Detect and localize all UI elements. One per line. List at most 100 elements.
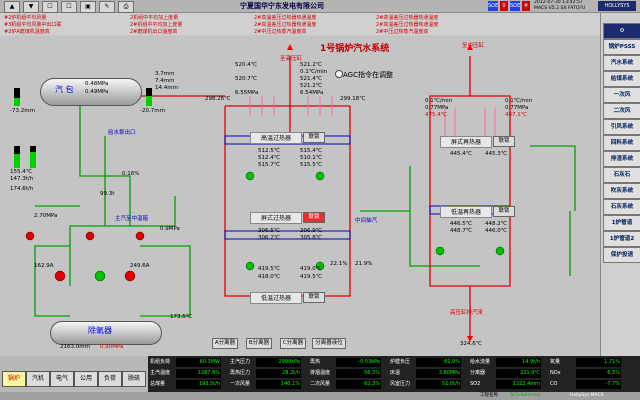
param-label: CO [550, 381, 558, 387]
window-icon[interactable]: ☐ [42, 1, 58, 13]
tab-load[interactable]: 负荷 [98, 371, 122, 387]
feedwater-val-c: 174.6t/h [10, 186, 34, 192]
nav-item[interactable]: 1炉管道2 [603, 231, 640, 247]
window2-icon[interactable]: ☐ [61, 1, 77, 13]
readout: 445.4℃ [450, 151, 472, 157]
alarm-item[interactable]: #3机组平均风量中出口联 [4, 21, 61, 28]
platen-interlock-button[interactable]: 联锁 [303, 212, 325, 223]
alarm-item[interactable]: 2#高温差压过热器热通温度 [254, 21, 316, 28]
tab-turbine[interactable]: 汽机 [26, 371, 50, 387]
param-label: 主汽压力 [230, 359, 251, 365]
edit-icon[interactable]: ✎ [99, 1, 115, 13]
param-value: 3.80MPa [416, 369, 461, 378]
high-temp-superheater[interactable]: 高温过热器 [250, 132, 302, 144]
platen-reheater[interactable]: 屏式再热器 [440, 136, 492, 148]
alarm-item[interactable]: 2#高温差压过热器热通温度 [254, 14, 316, 21]
alarm-item[interactable]: 2#高温差压过热器热通温度 [376, 21, 438, 28]
nav-item[interactable]: 给煤系统 [603, 71, 640, 87]
platen-superheater[interactable]: 屏式过热器 [250, 212, 302, 224]
alarm-count-1[interactable]: 0 [500, 1, 508, 11]
nav-item[interactable]: 引风系统 [603, 119, 640, 135]
readout: 306.9℃ [300, 228, 322, 234]
alarm-item[interactable]: 2#机组中平均加上度量 [130, 21, 182, 28]
ltr-interlock-button[interactable]: 联锁 [493, 206, 515, 217]
top-bar: ▲ ▼ ☐ ☐ ▣ ✎ ⎙ 宁夏国华宁东发电有限公司 SOE 0 SOE # 2… [0, 0, 640, 13]
nav-item[interactable]: 1炉管道 [603, 215, 640, 231]
drum-level-a: 3.7mm [155, 71, 175, 77]
soe-status-1[interactable]: SOE [488, 1, 498, 11]
tab-common[interactable]: 公用 [74, 371, 98, 387]
readout: 0.77MPa [425, 105, 449, 111]
alarm-item[interactable]: 2机组中平均加上度量 [130, 14, 178, 21]
param-label: 一次风量 [230, 381, 251, 387]
deaerator-label: 除氧器 [88, 326, 112, 335]
param-value: 14.9t/h [496, 358, 541, 367]
param-label: 再热压力 [230, 370, 251, 376]
alarm-item[interactable]: #2炉A磨煤机温度高 [4, 28, 50, 35]
readout: 6.55MPa [235, 90, 259, 96]
alarm-item[interactable]: #2炉机组平均风量 [4, 14, 46, 21]
param-value: 62.3% [336, 380, 381, 389]
param-label: 主汽温度 [150, 370, 171, 376]
nav-item[interactable]: 汽水系统 [603, 55, 640, 71]
status-footer: 工程名称 SCS-Selected HollySys MACS [0, 392, 640, 400]
readout: 487.1℃ [505, 112, 527, 118]
alarm-item[interactable]: 2#中压过热蒸汽温度高 [376, 28, 428, 35]
readout: 446.0℃ [485, 228, 507, 234]
up-arrow-icon[interactable]: ▲ [4, 1, 20, 13]
lts-interlock-button[interactable]: 联锁 [303, 292, 325, 303]
nav-item[interactable]: 石灰系统 [603, 199, 640, 215]
nav-item[interactable]: 石灰石 [603, 167, 640, 183]
reheater-interlock-button[interactable]: 联锁 [493, 136, 515, 147]
param-label: NOx [550, 370, 561, 376]
hts-interlock-button[interactable]: 联锁 [303, 132, 325, 143]
nav-item[interactable]: 一次风 [603, 87, 640, 103]
down-arrow-icon[interactable]: ▼ [23, 1, 39, 13]
param-value: 60.3MW [176, 358, 221, 367]
param-label: 再热 [310, 359, 321, 365]
nav-item[interactable]: 排渣系统 [603, 151, 640, 167]
readout: 0.1℃/min [300, 69, 328, 75]
deaerator-pressure: 0.90MPa [100, 344, 124, 350]
readout: 521.2℃ [300, 83, 322, 89]
drum-pressure-1: 0.48MPa [85, 81, 109, 87]
alarm-item[interactable]: 2#中压过热蒸汽温度高 [254, 28, 306, 35]
param-value: 221.0℃ [496, 369, 541, 378]
nav-item[interactable]: 回料系统 [603, 135, 640, 151]
low-temp-reheater[interactable]: 低温再热器 [440, 206, 492, 218]
soe-status-2[interactable]: SOE [510, 1, 520, 11]
print-icon[interactable]: ⎙ [118, 1, 134, 13]
separator-b-button[interactable]: B分离器 [246, 338, 272, 349]
readout: 515.5℃ [300, 162, 322, 168]
agc-indicator-icon[interactable] [335, 70, 343, 78]
separator-c-button[interactable]: C分离器 [280, 338, 306, 349]
nav-item[interactable]: 锅炉PSSS [603, 39, 640, 55]
deaerator-level: 2163.0mm [60, 344, 90, 350]
low-temp-superheater[interactable]: 低温过热器 [250, 292, 302, 304]
clock-version: MACS V5.2 SX FATO?U [534, 5, 586, 11]
alarm-count-2[interactable]: # [522, 1, 530, 11]
alarm-item[interactable]: 2#磨煤机出口温度高 [130, 28, 177, 35]
alarm-item[interactable]: 2#高温差压过热器热通温度 [376, 14, 438, 21]
nav-item[interactable]: 保护投退 [603, 247, 640, 263]
tab-desulfurization[interactable]: 脱硫 [122, 371, 146, 387]
feedwater-val-b: 99.3t [100, 191, 115, 197]
param-label: 床温 [390, 370, 401, 376]
separator-level-button[interactable]: 分离器液位 [312, 338, 346, 349]
tab-electrical[interactable]: 电气 [50, 371, 74, 387]
readout: 520.4℃ [235, 62, 257, 68]
system-nav: ⚙ 锅炉PSSS 汽水系统 给煤系统 一次风 二次风 引风系统 回料系统 排渣系… [600, 13, 640, 356]
readout: 299.18℃ [340, 96, 366, 102]
readout: 306.2℃ [258, 235, 280, 241]
separator-a-button[interactable]: A分离器 [212, 338, 238, 349]
param-label: 总煤量 [150, 381, 166, 387]
param-label: 氧量 [550, 359, 561, 365]
nav-item[interactable]: 二次风 [603, 103, 640, 119]
param-label: SO2 [470, 381, 481, 387]
tab-boiler[interactable]: 锅炉 [2, 371, 26, 387]
param-value: 2999kPa [256, 358, 301, 367]
footer-project: 工程名称 [480, 393, 498, 398]
nav-item[interactable]: 吹灰系统 [603, 183, 640, 199]
trend-icon[interactable]: ▣ [80, 1, 96, 13]
readout: 445.3℃ [485, 151, 507, 157]
